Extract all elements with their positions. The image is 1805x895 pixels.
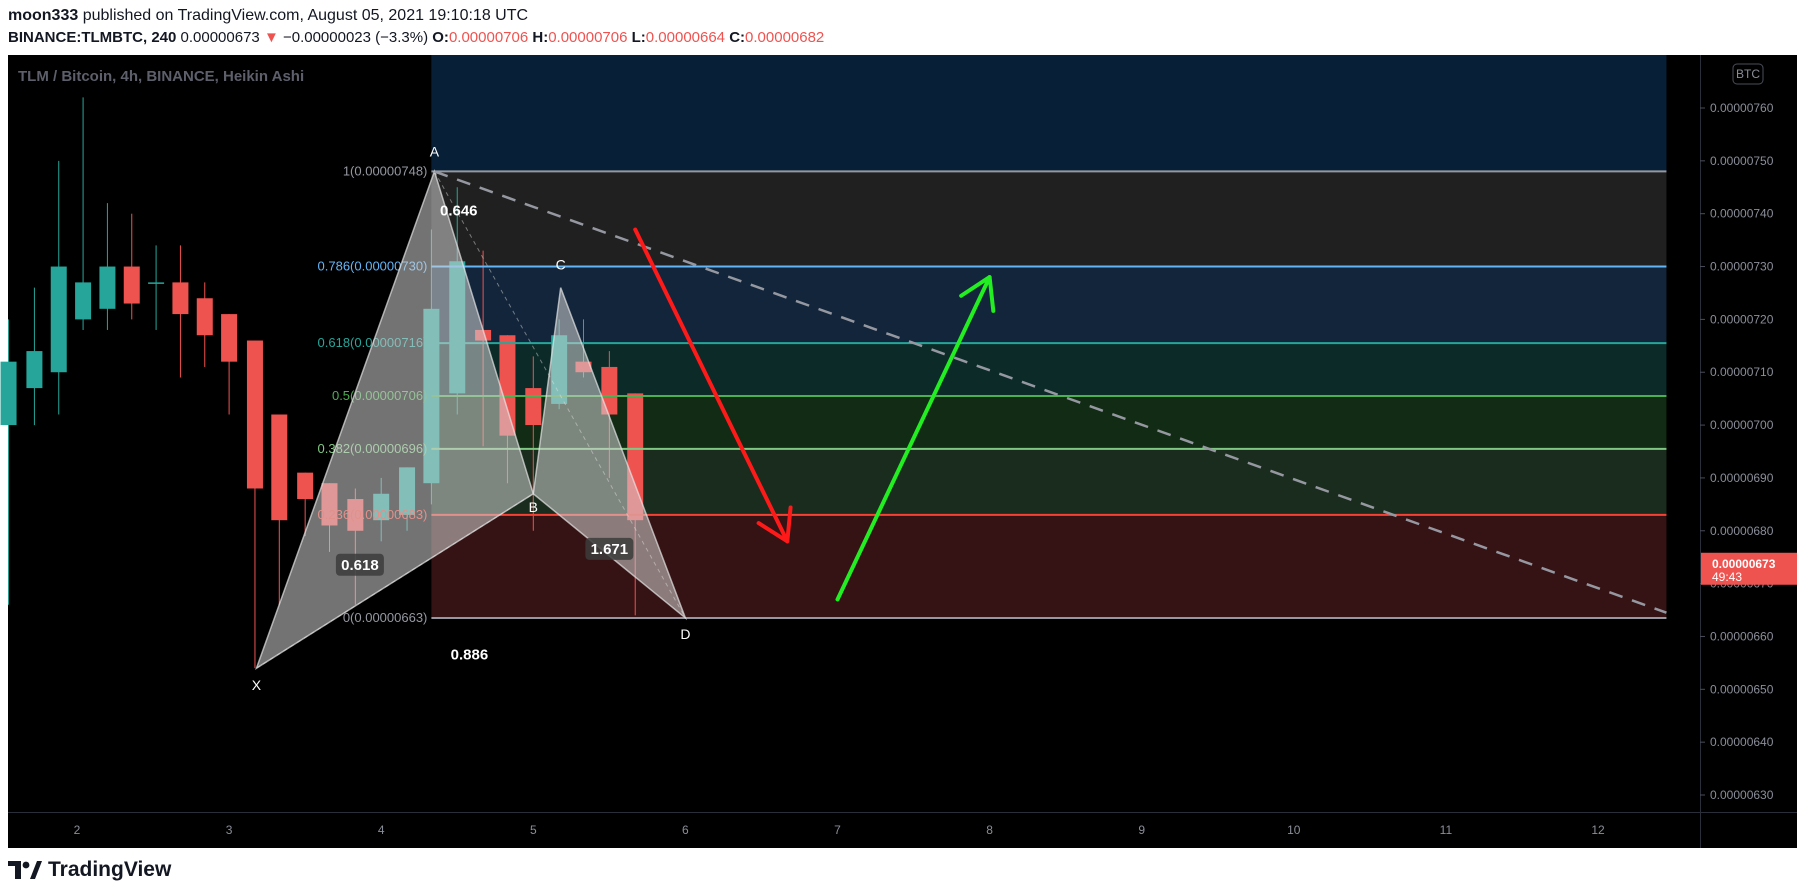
time-tick-label: 4 [378, 823, 385, 837]
price-tick-label: 0.00000760 [1710, 101, 1774, 115]
chart-title: TLM / Bitcoin, 4h, BINANCE, Heikin Ashi [18, 68, 304, 85]
brand-name: TradingView [48, 858, 172, 881]
price-tick-label: 0.00000640 [1710, 735, 1774, 749]
price-tick-label: 0.00000630 [1710, 788, 1774, 802]
price-tick-label: 0.00000740 [1710, 207, 1774, 221]
candle-body [50, 266, 67, 373]
candle-body [99, 266, 116, 309]
fib-zone-top [431, 55, 1667, 172]
time-tick-label: 10 [1287, 823, 1301, 837]
harmonic-point-label: D [680, 626, 690, 642]
price-tick-label: 0.00000710 [1710, 365, 1774, 379]
harmonic-ratio-label: 0.618 [341, 557, 379, 574]
candle-body [297, 472, 314, 500]
footer-brand[interactable]: TradingView [8, 858, 171, 882]
current-price-value: 0.00000673 [1712, 557, 1776, 571]
fib-zone [431, 266, 1667, 344]
time-tick-label: 6 [682, 823, 689, 837]
time-axis-background [8, 812, 1797, 848]
time-tick-label: 8 [986, 823, 993, 837]
time-tick-label: 9 [1138, 823, 1145, 837]
harmonic-point-label: A [430, 143, 440, 159]
candle-body [196, 298, 213, 336]
candle-body [525, 388, 542, 426]
candle-body [0, 361, 17, 426]
price-tick-label: 0.00000730 [1710, 260, 1774, 274]
candle-body [172, 282, 189, 315]
time-tick-label: 3 [226, 823, 233, 837]
fib-zone [431, 171, 1667, 267]
candle-body [221, 314, 238, 362]
harmonic-ratio-label: 0.646 [440, 203, 478, 220]
time-tick-label: 12 [1591, 823, 1605, 837]
harmonic-point-label: C [556, 257, 566, 273]
price-tick-label: 0.00000720 [1710, 312, 1774, 326]
candle-body [148, 282, 165, 284]
price-tick-label: 0.00000660 [1710, 629, 1774, 643]
price-tick-label: 0.00000700 [1710, 418, 1774, 432]
price-tick-label: 0.00000680 [1710, 524, 1774, 538]
time-tick-label: 11 [1440, 823, 1453, 837]
candle-body [75, 282, 92, 320]
price-tick-label: 0.00000690 [1710, 471, 1774, 485]
price-chart[interactable]: 1(0.00000748)0.786(0.00000730)0.618(0.00… [0, 0, 1805, 850]
bar-countdown: 49:43 [1712, 570, 1742, 584]
fib-level-label: 0(0.00000663) [343, 610, 428, 625]
time-tick-label: 2 [74, 823, 81, 837]
candle-body [246, 340, 263, 489]
harmonic-ratio-label: 1.671 [591, 541, 629, 558]
price-tick-label: 0.00000650 [1710, 682, 1774, 696]
time-tick-label: 7 [834, 823, 841, 837]
harmonic-ratio-label: 0.886 [451, 647, 489, 664]
tradingview-logo-icon [8, 861, 42, 879]
harmonic-point-label: B [529, 499, 538, 515]
time-tick-label: 5 [530, 823, 537, 837]
candle-body [123, 266, 140, 304]
fib-level-label: 1(0.00000748) [343, 163, 428, 178]
currency-badge: BTC [1736, 67, 1760, 81]
harmonic-point-label: X [252, 677, 262, 693]
price-tick-label: 0.00000750 [1710, 154, 1774, 168]
candle-body [271, 414, 288, 521]
candle-body [26, 351, 43, 389]
